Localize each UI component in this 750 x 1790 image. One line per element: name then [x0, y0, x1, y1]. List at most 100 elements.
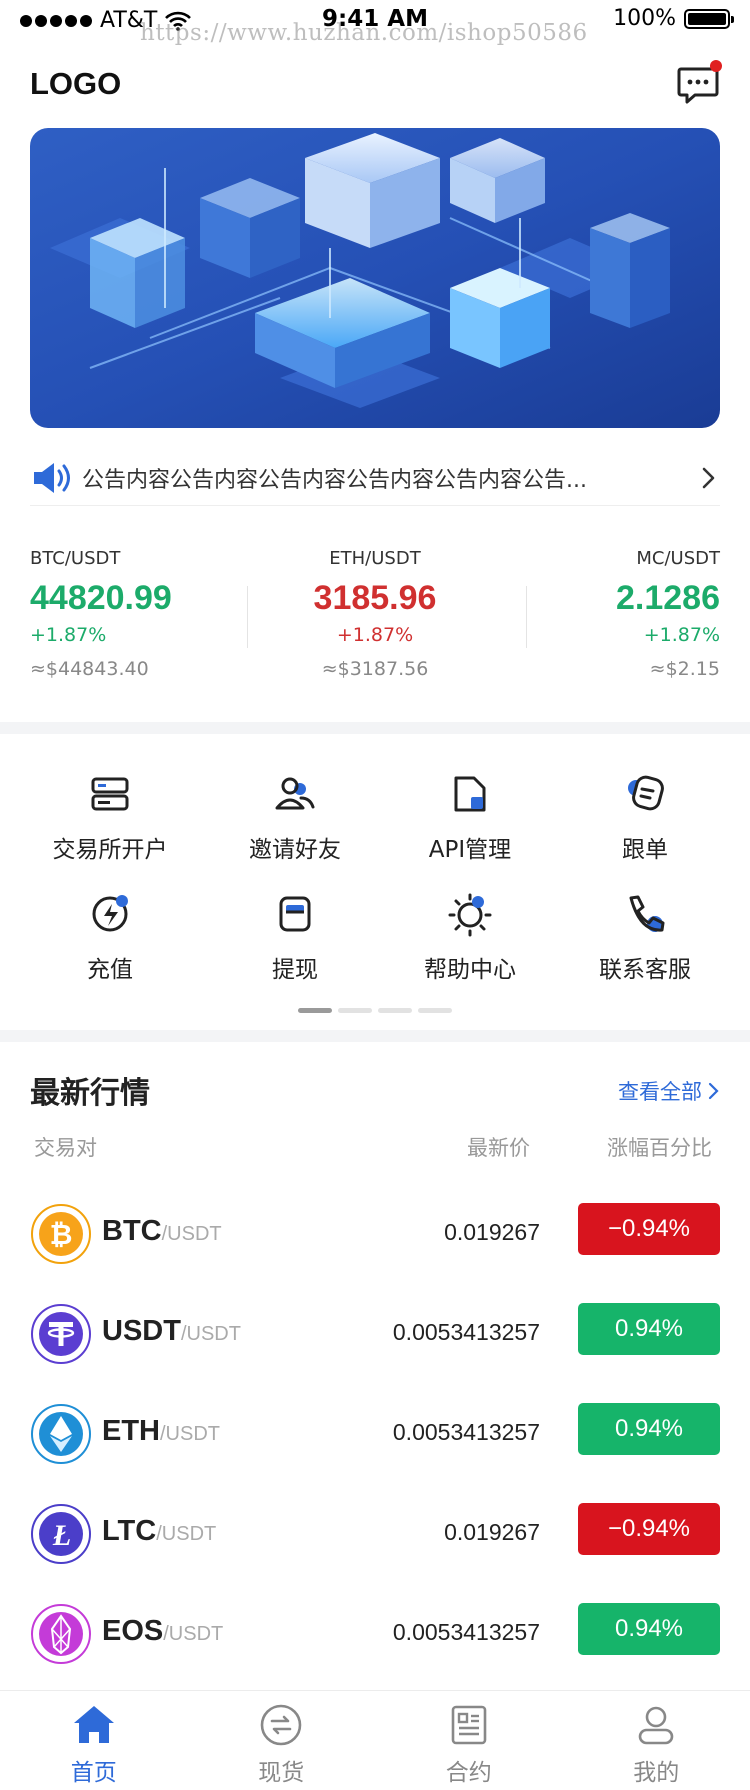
messages-button[interactable]	[676, 60, 722, 106]
tab-spot[interactable]: 现货	[188, 1691, 376, 1790]
ticker-usd: ≈$44843.40	[30, 658, 149, 680]
deposit-icon	[92, 895, 128, 932]
ticker-pair: MC/USDT	[636, 548, 720, 569]
tab-contract[interactable]: 合约	[375, 1691, 563, 1790]
col-price-header: 最新价	[467, 1136, 530, 1160]
copy-trade-icon	[628, 775, 664, 811]
ticker-price: 3185.96	[313, 579, 437, 617]
unread-dot	[710, 60, 722, 72]
market-column-headers: 交易对 最新价 涨幅百分比	[30, 1132, 720, 1162]
ticker-card-btc[interactable]: BTC/USDT 44820.99 +1.87% ≈$44843.40	[30, 548, 260, 680]
ticker-pair: ETH/USDT	[329, 548, 421, 569]
quick-menu: 交易所开户 邀请好友 API管理 跟单 充值 提现 帮助中心 联系客服	[0, 740, 750, 1013]
tab-home[interactable]: 首页	[0, 1691, 188, 1790]
pager-dot	[378, 1008, 412, 1013]
menu-label: 邀请好友	[249, 837, 341, 863]
menu-item-support[interactable]: 联系客服	[555, 890, 735, 984]
coin-quote: /USDT	[160, 1423, 220, 1445]
ticker-card-eth[interactable]: ETH/USDT 3185.96 +1.87% ≈$3187.56	[260, 548, 490, 680]
menu-item-invite-friends[interactable]: 邀请好友	[205, 770, 385, 864]
api-icon	[454, 776, 486, 812]
invite-friends-icon	[275, 777, 315, 810]
home-icon	[73, 1706, 114, 1743]
change-badge: −0.94%	[578, 1203, 720, 1255]
market-row-usdt[interactable]: USDT/USDT 0.0053413257 0.94%	[30, 1295, 720, 1395]
banner-image	[30, 128, 720, 428]
market-row-eos[interactable]: EOS/USDT 0.0053413257 0.94%	[30, 1595, 720, 1695]
coin-quote: /USDT	[156, 1523, 217, 1545]
ticker-usd: ≈$3187.56	[321, 658, 429, 680]
menu-label: 交易所开户	[52, 837, 168, 863]
menu-item-copy-trade[interactable]: 跟单	[555, 770, 735, 864]
market-row-btc[interactable]: ₿ BTC/USDT 0.019267 −0.94%	[30, 1195, 720, 1295]
market-row-eth[interactable]: ETH/USDT 0.0053413257 0.94%	[30, 1395, 720, 1495]
change-badge: −0.94%	[578, 1503, 720, 1555]
pager-dot	[418, 1008, 452, 1013]
menu-label: 跟单	[622, 837, 668, 863]
chevron-right-icon[interactable]	[696, 463, 720, 493]
view-all-link[interactable]: 查看全部	[618, 1076, 720, 1106]
announcement-bar[interactable]: 公告内容公告内容公告内容公告内容公告内容公告...	[30, 450, 720, 506]
logo: LOGO	[30, 66, 122, 101]
chevron-right-icon	[708, 1082, 719, 1100]
pager-dot	[338, 1008, 372, 1013]
coin-name: BTC/USDT	[102, 1215, 222, 1247]
menu-item-help[interactable]: 帮助中心	[380, 890, 560, 984]
menu-item-exchange-account[interactable]: 交易所开户	[20, 770, 200, 864]
menu-label: 充值	[87, 957, 133, 983]
col-change-header: 涨幅百分比	[607, 1136, 712, 1160]
app-header: LOGO	[30, 60, 722, 112]
menu-pager	[298, 1008, 452, 1013]
eos-logo-icon	[31, 1604, 91, 1664]
btc-logo-icon: ₿	[31, 1204, 91, 1264]
coin-price: 0.019267	[444, 1519, 540, 1545]
coin-quote: /USDT	[180, 1323, 241, 1345]
watermark: https://www.huzhan.com/ishop50586	[140, 20, 588, 46]
ticker-strip: BTC/USDT 44820.99 +1.87% ≈$44843.40 ETH/…	[30, 548, 720, 688]
coin-name: ETH/USDT	[102, 1415, 220, 1447]
svg-text:Ł: Ł	[52, 1519, 71, 1552]
menu-item-api[interactable]: API管理	[380, 770, 560, 864]
market-row-ltc[interactable]: Ł LTC/USDT 0.019267 −0.94%	[30, 1495, 720, 1595]
tab-profile[interactable]: 我的	[563, 1691, 750, 1790]
market-header: 最新行情 查看全部	[30, 1068, 720, 1112]
spot-icon	[260, 1704, 302, 1746]
speaker-icon	[34, 462, 70, 493]
market-list: ₿ BTC/USDT 0.019267 −0.94% USDT/USDT 0.0…	[30, 1195, 720, 1695]
market-title: 最新行情	[30, 1076, 150, 1111]
tab-label: 我的	[633, 1760, 680, 1786]
menu-item-deposit[interactable]: 充值	[20, 890, 200, 984]
tab-label: 首页	[70, 1760, 117, 1786]
coin-quote: /USDT	[161, 1223, 222, 1245]
coin-name: EOS/USDT	[102, 1615, 224, 1647]
battery-icon	[684, 8, 734, 29]
svg-text:₿: ₿	[50, 1218, 73, 1251]
coin-price: 0.0053413257	[392, 1619, 540, 1645]
banner-carousel[interactable]	[30, 128, 720, 428]
view-all-label: 查看全部	[618, 1080, 702, 1104]
ticker-price: 44820.99	[30, 579, 172, 617]
profile-icon	[638, 1706, 674, 1745]
coin-price: 0.019267	[444, 1219, 540, 1245]
menu-label: 联系客服	[599, 957, 691, 983]
withdraw-icon	[279, 896, 311, 932]
change-badge: 0.94%	[578, 1403, 720, 1455]
menu-label: 帮助中心	[424, 957, 516, 983]
battery-percent: 100%	[613, 6, 676, 31]
announcement-text: 公告内容公告内容公告内容公告内容公告内容公告...	[82, 467, 587, 493]
tab-label: 现货	[258, 1760, 305, 1786]
battery-status: 100%	[613, 6, 734, 31]
eth-logo-icon	[31, 1404, 91, 1464]
coin-price: 0.0053413257	[392, 1419, 540, 1445]
menu-item-withdraw[interactable]: 提现	[205, 890, 385, 984]
ticker-card-mc[interactable]: MC/USDT 2.1286 +1.87% ≈$2.15	[490, 548, 720, 680]
exchange-account-icon	[91, 777, 129, 811]
ticker-divider	[247, 586, 248, 648]
change-badge: 0.94%	[578, 1303, 720, 1355]
tab-label: 合约	[445, 1760, 492, 1786]
ticker-change: +1.87%	[336, 624, 414, 646]
section-gap	[0, 722, 750, 734]
change-badge: 0.94%	[578, 1603, 720, 1655]
pager-dot-active	[298, 1008, 332, 1013]
bottom-tab-bar: 首页 现货 合约 我的	[0, 1690, 750, 1790]
